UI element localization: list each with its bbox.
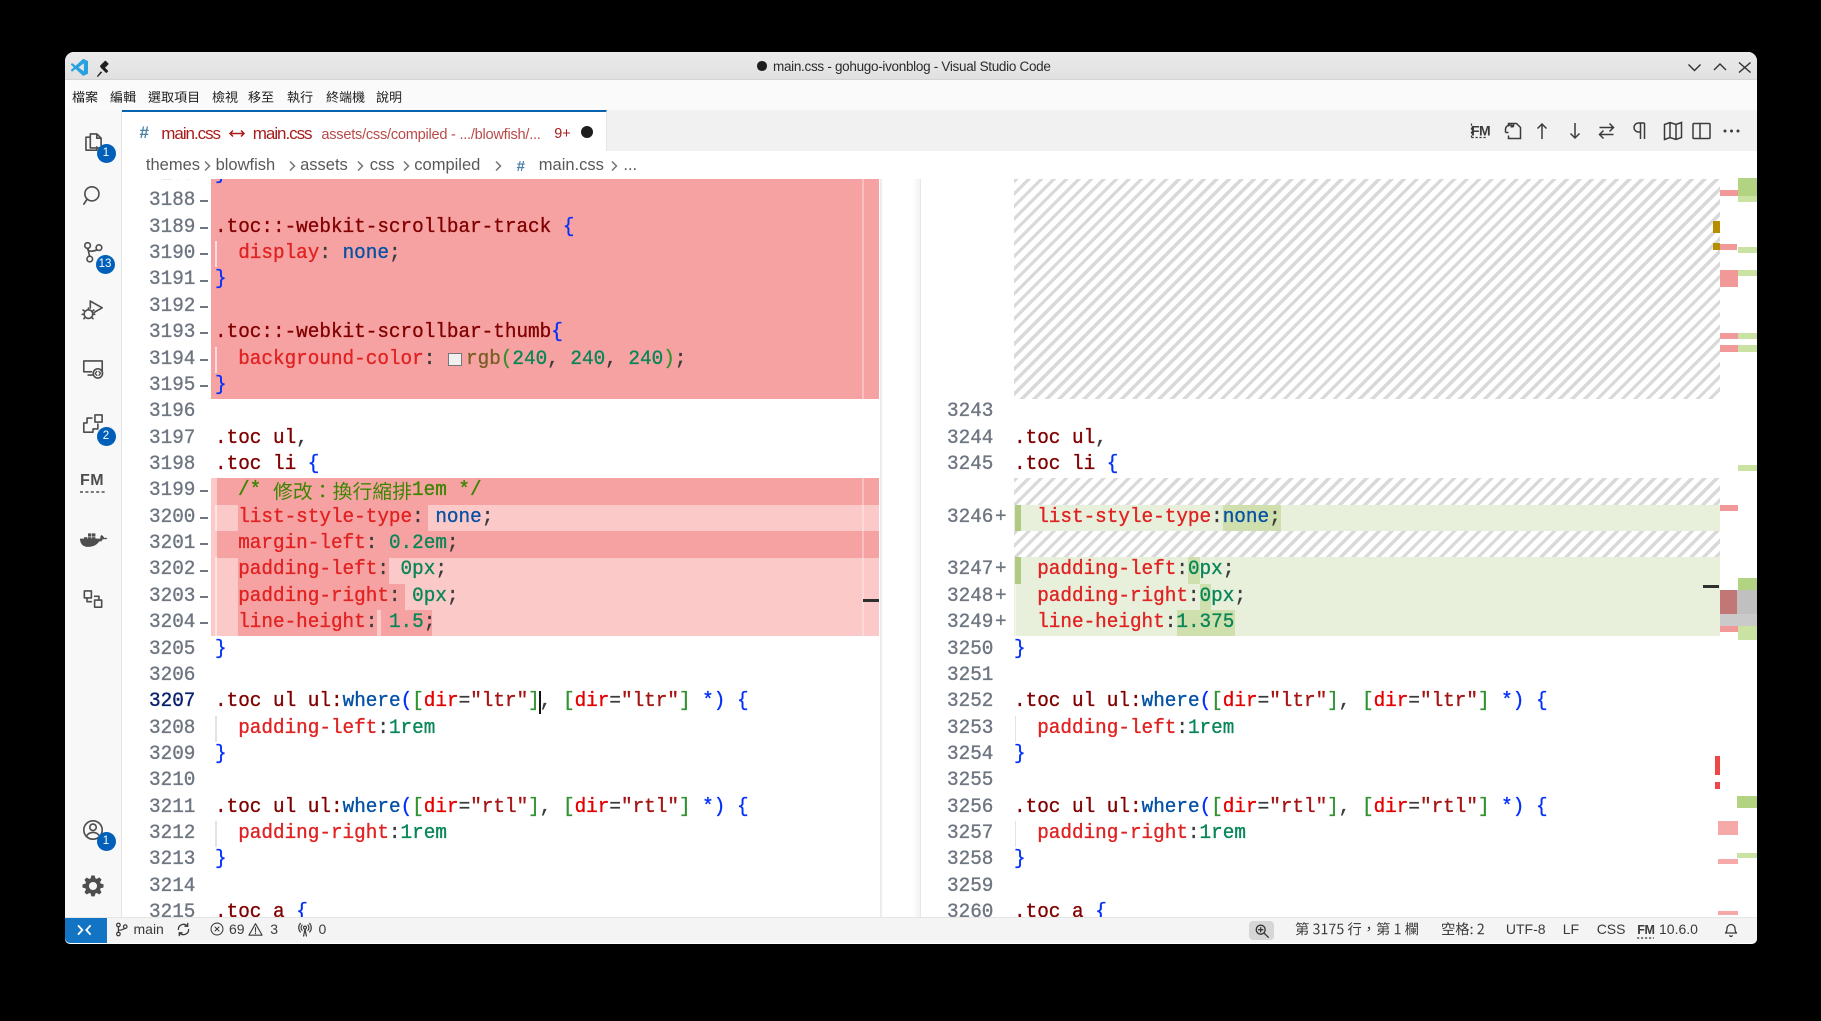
- svg-text:FM: FM: [1471, 123, 1490, 139]
